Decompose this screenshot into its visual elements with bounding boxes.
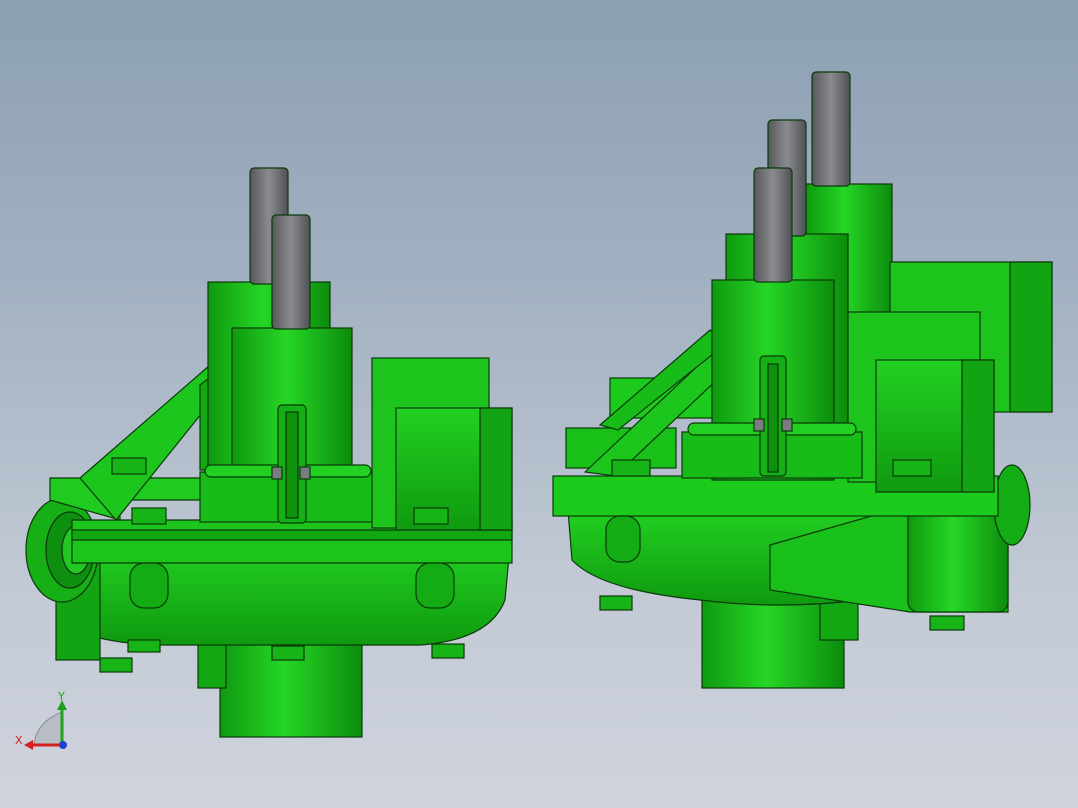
- z-axis-dot: [59, 741, 67, 749]
- graphics-viewport[interactable]: Y X: [0, 0, 1078, 808]
- reference-triad: Y X: [15, 690, 67, 750]
- shaft: [811, 71, 851, 187]
- shaft: [271, 214, 311, 330]
- pump-assembly-left[interactable]: [25, 167, 513, 738]
- shaft: [753, 167, 793, 283]
- triad-y-label: Y: [57, 690, 65, 703]
- pump-assembly-right[interactable]: [552, 71, 1053, 689]
- triad-x-label: X: [15, 734, 23, 747]
- model-scene[interactable]: Y X: [0, 0, 1078, 808]
